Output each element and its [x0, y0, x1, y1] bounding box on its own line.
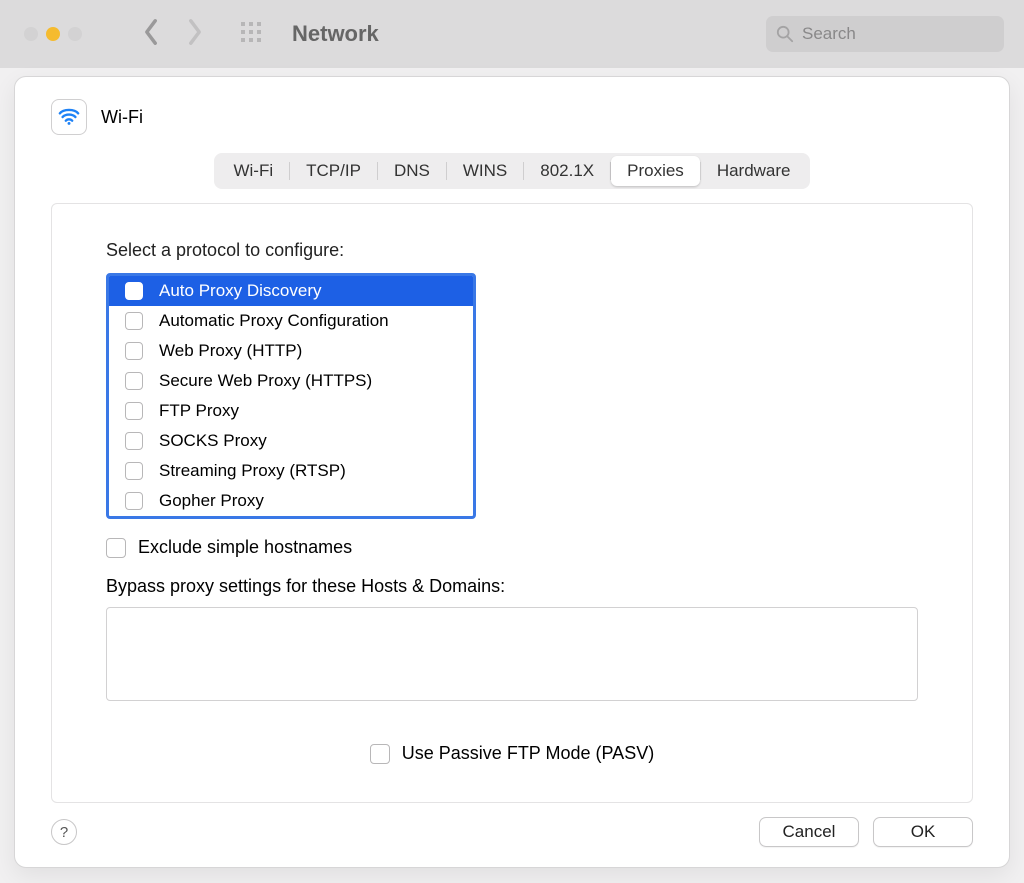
passive-ftp-checkbox[interactable] [370, 744, 390, 764]
exclude-simple-hostnames-row[interactable]: Exclude simple hostnames [106, 537, 918, 558]
protocol-checkbox[interactable] [125, 372, 143, 390]
minimize-window-button[interactable] [46, 27, 60, 41]
protocol-label: Gopher Proxy [159, 491, 264, 511]
grid-icon [240, 21, 262, 43]
protocol-label: Secure Web Proxy (HTTPS) [159, 371, 372, 391]
bypass-textarea[interactable] [106, 607, 918, 701]
close-window-button[interactable] [24, 27, 38, 41]
protocol-checkbox[interactable] [125, 462, 143, 480]
sheet-header: Wi-Fi [51, 99, 973, 135]
exclude-simple-hostnames-label: Exclude simple hostnames [138, 537, 352, 558]
protocol-checkbox[interactable] [125, 342, 143, 360]
bypass-label: Bypass proxy settings for these Hosts & … [106, 576, 918, 597]
protocol-row-socks-proxy[interactable]: SOCKS Proxy [109, 426, 473, 456]
protocol-label: Automatic Proxy Configuration [159, 311, 389, 331]
protocol-label: Auto Proxy Discovery [159, 281, 322, 301]
protocol-checkbox[interactable] [125, 432, 143, 450]
forward-button[interactable] [186, 18, 204, 51]
protocol-row-streaming-proxy-rtsp[interactable]: Streaming Proxy (RTSP) [109, 456, 473, 486]
protocol-row-automatic-proxy-configuration[interactable]: Automatic Proxy Configuration [109, 306, 473, 336]
protocol-checkbox[interactable] [125, 402, 143, 420]
cancel-button[interactable]: Cancel [759, 817, 859, 847]
protocol-row-auto-proxy-discovery[interactable]: Auto Proxy Discovery [109, 276, 473, 306]
window-controls [24, 27, 82, 41]
protocol-list[interactable]: Auto Proxy Discovery Automatic Proxy Conf… [106, 273, 476, 519]
tab-wifi[interactable]: Wi-Fi [217, 156, 289, 186]
protocol-row-ftp-proxy[interactable]: FTP Proxy [109, 396, 473, 426]
interface-icon-badge [51, 99, 87, 135]
window-title: Network [292, 21, 379, 47]
protocol-label: Streaming Proxy (RTSP) [159, 461, 346, 481]
search-field[interactable]: Search [766, 16, 1004, 52]
sheet-footer: ? Cancel OK [51, 817, 973, 847]
protocol-row-web-proxy-http[interactable]: Web Proxy (HTTP) [109, 336, 473, 366]
protocol-checkbox[interactable] [125, 282, 143, 300]
protocol-checkbox[interactable] [125, 312, 143, 330]
passive-ftp-label: Use Passive FTP Mode (PASV) [402, 743, 654, 764]
system-preferences-window: Network Search Wi-Fi Wi-FiTCP/IPD [0, 0, 1024, 883]
wifi-icon [58, 106, 80, 128]
zoom-window-button[interactable] [68, 27, 82, 41]
protocol-label: Web Proxy (HTTP) [159, 341, 302, 361]
protocol-label: SOCKS Proxy [159, 431, 267, 451]
protocol-checkbox[interactable] [125, 492, 143, 510]
tabs: Wi-FiTCP/IPDNSWINS802.1XProxiesHardware [214, 153, 809, 189]
back-button[interactable] [142, 18, 160, 51]
titlebar: Network Search [0, 0, 1024, 68]
tab-wins[interactable]: WINS [447, 156, 523, 186]
ok-button[interactable]: OK [873, 817, 973, 847]
proxies-panel: Select a protocol to configure: Auto Pro… [51, 203, 973, 803]
interface-name: Wi-Fi [101, 107, 143, 128]
chevron-right-icon [186, 18, 204, 46]
protocol-section-label: Select a protocol to configure: [106, 240, 918, 261]
tab-proxies[interactable]: Proxies [611, 156, 700, 186]
protocol-row-gopher-proxy[interactable]: Gopher Proxy [109, 486, 473, 516]
nav-arrows [142, 18, 204, 51]
settings-sheet: Wi-Fi Wi-FiTCP/IPDNSWINS802.1XProxiesHar… [14, 76, 1010, 868]
exclude-simple-hostnames-checkbox[interactable] [106, 538, 126, 558]
protocol-row-secure-web-proxy-https[interactable]: Secure Web Proxy (HTTPS) [109, 366, 473, 396]
help-button[interactable]: ? [51, 819, 77, 845]
passive-ftp-row[interactable]: Use Passive FTP Mode (PASV) [370, 743, 654, 764]
tab-dns[interactable]: DNS [378, 156, 446, 186]
search-placeholder: Search [802, 24, 856, 44]
search-icon [776, 25, 794, 43]
protocol-label: FTP Proxy [159, 401, 239, 421]
tab-hardware[interactable]: Hardware [701, 156, 807, 186]
chevron-left-icon [142, 18, 160, 46]
show-all-button[interactable] [240, 21, 262, 48]
tab-8021x[interactable]: 802.1X [524, 156, 610, 186]
tab-tcpip[interactable]: TCP/IP [290, 156, 377, 186]
